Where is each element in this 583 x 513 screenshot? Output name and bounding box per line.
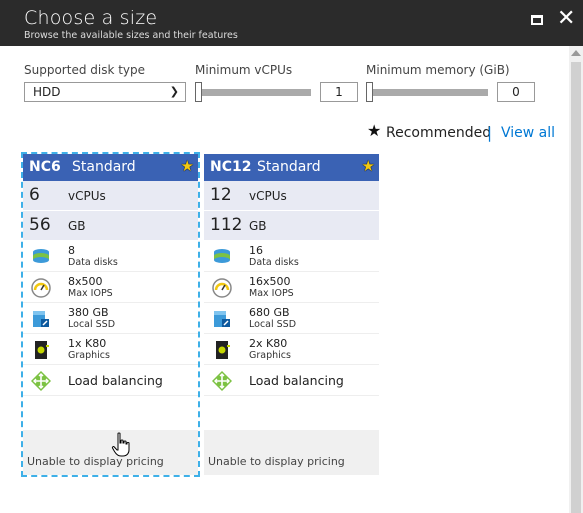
- local-ssd-icon: [214, 311, 230, 327]
- local-ssd-value: 380 GB: [68, 306, 109, 319]
- data-disks-label: Data disks: [68, 257, 118, 268]
- star-icon: ★: [180, 157, 194, 175]
- min-memory-slider[interactable]: [366, 82, 488, 102]
- min-vcpu-label: Minimum vCPUs: [195, 63, 293, 77]
- scrollbar-thumb[interactable]: [571, 62, 581, 513]
- graphics-card-icon: [216, 341, 230, 359]
- card-header: NC12 Standard ★: [204, 154, 379, 181]
- data-disks-row: 8 Data disks: [23, 241, 198, 272]
- pricing-text: Unable to display pricing: [27, 455, 164, 468]
- card-tier: Standard: [72, 159, 136, 175]
- close-icon[interactable]: ✕: [557, 6, 575, 31]
- pricing-footer: Unable to display pricing: [204, 430, 379, 475]
- min-vcpu-input[interactable]: 1: [320, 82, 358, 102]
- size-card-nc6[interactable]: NC6 Standard ★ 6 vCPUs 56 GB 8 Data disk…: [21, 152, 200, 477]
- graphics-label: Graphics: [249, 350, 291, 361]
- blade-header: Choose a size Browse the available sizes…: [0, 0, 583, 46]
- load-balancing-icon: [212, 371, 232, 391]
- graphics-card-icon: [35, 341, 49, 359]
- star-icon: ★: [361, 157, 375, 175]
- memory-amount: 56: [29, 215, 51, 235]
- load-balancing-label: Load balancing: [68, 373, 163, 388]
- graphics-row: 1x K80 Graphics: [23, 334, 198, 365]
- local-ssd-icon: [33, 311, 49, 327]
- load-balancing-label: Load balancing: [249, 373, 344, 388]
- load-balancing-icon: [31, 371, 51, 391]
- page-subtitle: Browse the available sizes and their fea…: [24, 30, 238, 41]
- vcpu-count: 6: [29, 185, 40, 205]
- min-vcpu-slider[interactable]: [195, 82, 311, 102]
- iops-label: Max IOPS: [68, 288, 113, 299]
- legend-separator: |: [487, 124, 493, 142]
- min-memory-slider-handle[interactable]: [366, 82, 373, 102]
- graphics-label: Graphics: [68, 350, 110, 361]
- iops-label: Max IOPS: [249, 288, 294, 299]
- disk-type-select[interactable]: HDD ❯: [24, 82, 186, 102]
- data-disks-label: Data disks: [249, 257, 299, 268]
- memory-label: GB: [68, 219, 86, 233]
- data-disks-icon: [214, 249, 230, 263]
- data-disks-row: 16 Data disks: [204, 241, 379, 272]
- vertical-scrollbar[interactable]: [569, 46, 583, 513]
- graphics-row: 2x K80 Graphics: [204, 334, 379, 365]
- memory-amount: 112: [210, 215, 243, 235]
- card-header: NC6 Standard ★: [23, 154, 198, 181]
- local-ssd-label: Local SSD: [249, 319, 297, 330]
- memory-label: GB: [249, 219, 267, 233]
- local-ssd-label: Local SSD: [68, 319, 116, 330]
- scroll-up-icon[interactable]: [571, 50, 581, 56]
- card-size-name: NC12: [210, 159, 252, 175]
- local-ssd-value: 680 GB: [249, 306, 290, 319]
- data-disks-icon: [33, 249, 49, 263]
- data-disks-value: 8: [68, 244, 75, 257]
- iops-row: 16x500 Max IOPS: [204, 272, 379, 303]
- disk-type-label: Supported disk type: [24, 63, 146, 77]
- graphics-value: 2x K80: [249, 337, 288, 350]
- vcpu-count: 12: [210, 185, 232, 205]
- card-tier: Standard: [257, 159, 321, 175]
- page-title: Choose a size: [24, 7, 158, 29]
- star-icon: ★: [367, 121, 382, 140]
- vcpu-label: vCPUs: [68, 189, 106, 203]
- iops-row: 8x500 Max IOPS: [23, 272, 198, 303]
- iops-value: 8x500: [68, 275, 103, 288]
- local-ssd-row: 680 GB Local SSD: [204, 303, 379, 334]
- load-balancing-row: Load balancing: [204, 365, 379, 396]
- memory-row: 56 GB: [23, 211, 198, 241]
- memory-row: 112 GB: [204, 211, 379, 241]
- view-all-link[interactable]: View all: [501, 125, 555, 141]
- load-balancing-row: Load balancing: [23, 365, 198, 396]
- card-size-name: NC6: [29, 159, 61, 175]
- recommended-label: Recommended: [386, 125, 492, 141]
- min-vcpu-slider-handle[interactable]: [195, 82, 202, 102]
- vcpu-row: 6 vCPUs: [23, 181, 198, 211]
- data-disks-value: 16: [249, 244, 263, 257]
- iops-value: 16x500: [249, 275, 291, 288]
- iops-gauge-icon: [212, 278, 232, 298]
- pricing-text: Unable to display pricing: [208, 455, 345, 468]
- size-card-nc12[interactable]: NC12 Standard ★ 12 vCPUs 112 GB 16 Data …: [204, 154, 379, 475]
- min-memory-label: Minimum memory (GiB): [366, 63, 510, 77]
- min-memory-input[interactable]: 0: [497, 82, 535, 102]
- disk-type-value: HDD: [33, 85, 61, 99]
- vcpu-label: vCPUs: [249, 189, 287, 203]
- vcpu-row: 12 vCPUs: [204, 181, 379, 211]
- hand-cursor-icon: [111, 432, 130, 457]
- maximize-icon[interactable]: [529, 11, 547, 29]
- local-ssd-row: 380 GB Local SSD: [23, 303, 198, 334]
- iops-gauge-icon: [31, 278, 51, 298]
- graphics-value: 1x K80: [68, 337, 107, 350]
- chevron-down-icon: ❯: [169, 85, 179, 98]
